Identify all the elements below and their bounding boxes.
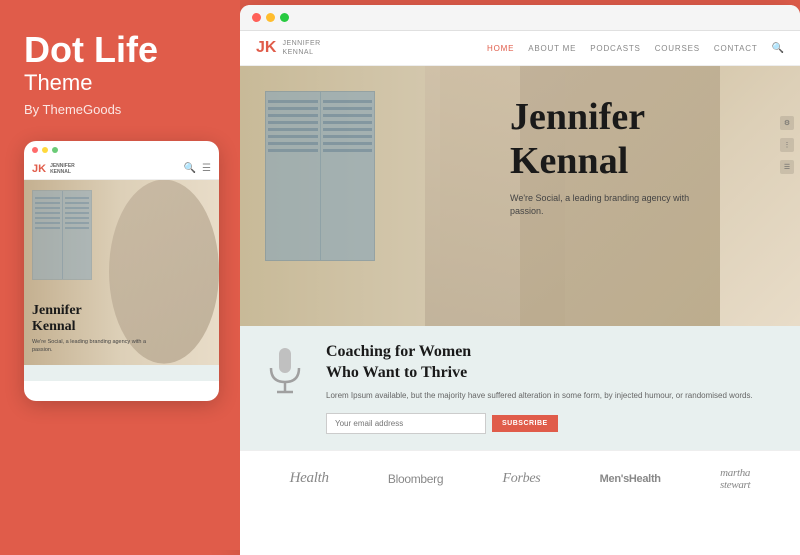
nav-link-courses[interactable]: COURSES (655, 44, 700, 53)
coaching-title: Coaching for Women Who Want to Thrive (326, 342, 780, 384)
mobile-mockup: JK JENNIFER KENNAL 🔍 ☰ (24, 141, 219, 401)
mobile-dot-green (52, 147, 58, 153)
hero-text: Jennifer Kennal We're Social, a leading … (510, 96, 710, 218)
desktop-content: JK JENNIFER KENNAL HOME ABOUT ME PODCAST… (240, 31, 800, 555)
desktop-nav: JK JENNIFER KENNAL HOME ABOUT ME PODCAST… (240, 31, 800, 66)
desktop-logo-name-line1: JENNIFER (282, 39, 320, 48)
desktop-dot-yellow (266, 13, 275, 22)
brand-title: Dot Life (24, 30, 216, 70)
desktop-nav-links: HOME ABOUT ME PODCASTS COURSES CONTACT 🔍 (487, 43, 784, 54)
email-input-row: SUBSCRIBE (326, 413, 780, 434)
mobile-logo: JK JENNIFER KENNAL (32, 163, 75, 175)
brand-martha: marthastewart (720, 467, 750, 491)
mobile-footer-strip (24, 365, 219, 381)
mobile-nav: JK JENNIFER KENNAL 🔍 ☰ (24, 159, 219, 180)
sidebar-icon-menu[interactable]: ☰ (780, 160, 794, 174)
brand-health: Health (290, 470, 329, 487)
desktop-sidebar-icons: ⚙ ⋮ ☰ (780, 116, 794, 174)
desktop-mockup: JK JENNIFER KENNAL HOME ABOUT ME PODCAST… (240, 5, 800, 555)
mobile-dot-yellow (42, 147, 48, 153)
brand-title-group: Dot Life Theme By ThemeGoods (24, 30, 216, 141)
brand-forbes: Forbes (503, 471, 541, 487)
brand-bloomberg: Bloomberg (388, 472, 443, 486)
mobile-logo-name-line2: KENNAL (50, 169, 75, 175)
mobile-top-bar (24, 141, 219, 159)
nav-link-contact[interactable]: CONTACT (714, 44, 758, 53)
nav-link-about[interactable]: ABOUT ME (528, 44, 576, 53)
mobile-dot-red (32, 147, 38, 153)
sidebar-icon-gear[interactable]: ⚙ (780, 116, 794, 130)
search-icon[interactable]: 🔍 (772, 43, 784, 54)
hero-shutters (265, 91, 375, 261)
desktop-logo-name: JENNIFER KENNAL (282, 39, 320, 57)
mic-icon (265, 346, 305, 401)
desktop-hero: Jennifer Kennal We're Social, a leading … (240, 66, 800, 326)
mobile-menu-icon[interactable]: ☰ (202, 163, 211, 174)
mobile-search-icon[interactable]: 🔍 (184, 163, 196, 174)
hero-name-line2: Kennal (510, 140, 710, 184)
mobile-logo-jk-text: JK (32, 163, 46, 175)
desktop-dot-red (252, 13, 261, 22)
mic-icon-container (260, 346, 310, 401)
hero-shutter-left (266, 92, 321, 260)
coaching-content: Coaching for Women Who Want to Thrive Lo… (326, 342, 780, 433)
mobile-hero-desc: We're Social, a leading branding agency … (32, 339, 152, 354)
coaching-desc: Lorem Ipsum available, but the majority … (326, 390, 780, 403)
nav-link-home[interactable]: HOME (487, 44, 514, 53)
hero-name-line1: Jennifer (510, 96, 710, 140)
mobile-hero: Jennifer Kennal We're Social, a leading … (24, 180, 219, 365)
brand-mens-health: Men'sHealth (600, 473, 661, 485)
hero-tagline: We're Social, a leading branding agency … (510, 192, 710, 219)
coaching-section: Coaching for Women Who Want to Thrive Lo… (240, 326, 800, 449)
subscribe-button[interactable]: SUBSCRIBE (492, 415, 558, 432)
coaching-title-line1: Coaching for Women (326, 343, 471, 360)
mobile-hero-text: Jennifer Kennal We're Social, a leading … (32, 303, 152, 355)
mobile-shutters (32, 190, 92, 280)
desktop-logo-jk: JK (256, 39, 276, 57)
sidebar-icon-grid[interactable]: ⋮ (780, 138, 794, 152)
mobile-hero-name-line1: Jennifer (32, 303, 152, 320)
mobile-hero-name-line2: Kennal (32, 319, 152, 336)
mobile-shutter-left (33, 191, 63, 279)
brand-subtitle: Theme (24, 70, 216, 96)
left-panel: Dot Life Theme By ThemeGoods JK JENNIFER… (0, 0, 240, 550)
desktop-top-bar (240, 5, 800, 31)
mobile-shutter-right (63, 191, 92, 279)
brands-row: Health Bloomberg Forbes Men'sHealth mart… (240, 450, 800, 507)
desktop-dot-green (280, 13, 289, 22)
mobile-logo-name: JENNIFER KENNAL (50, 163, 75, 175)
coaching-title-line2: Who Want to Thrive (326, 364, 467, 381)
desktop-logo-name-line2: KENNAL (282, 48, 320, 57)
desktop-logo: JK JENNIFER KENNAL (256, 39, 321, 57)
brand-byline: By ThemeGoods (24, 102, 216, 117)
email-input[interactable] (326, 413, 486, 434)
hero-shutter-right (321, 92, 375, 260)
mobile-logo-name-line1: JENNIFER (50, 163, 75, 169)
nav-link-podcasts[interactable]: PODCASTS (590, 44, 640, 53)
mobile-nav-icons: 🔍 ☰ (184, 163, 211, 174)
